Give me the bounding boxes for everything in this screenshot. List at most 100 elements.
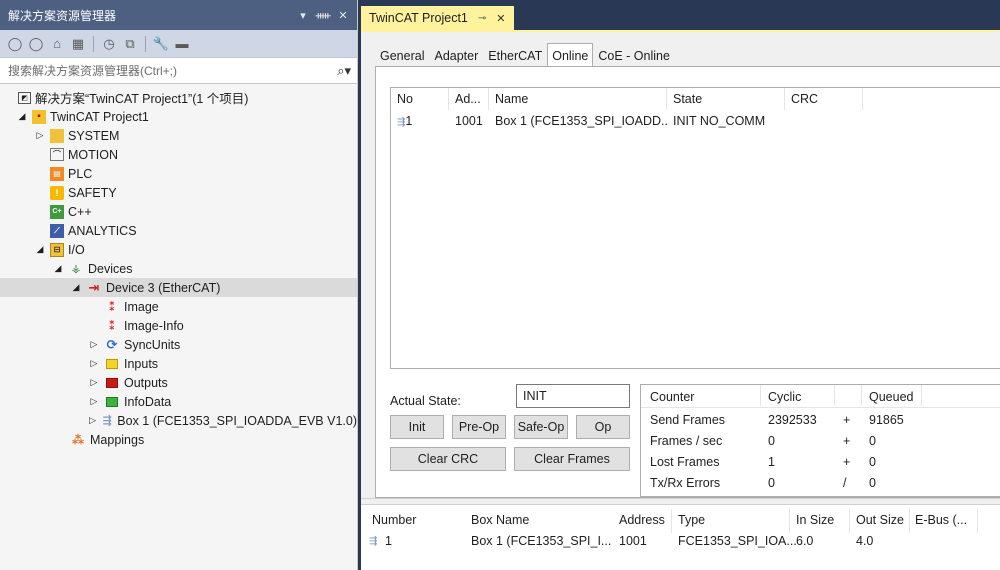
counter-row: Tx/Rx Errors 0 / 0: [641, 472, 1000, 493]
tree-node-cpp[interactable]: C+ C++: [0, 202, 357, 221]
column-header-name[interactable]: Name: [489, 88, 667, 110]
column-header-number[interactable]: Number: [372, 513, 416, 527]
preop-button[interactable]: Pre-Op: [452, 415, 506, 439]
tree-node-mappings[interactable]: ⁂ Mappings: [0, 430, 357, 449]
collapsed-arrow-icon[interactable]: ▷: [88, 415, 97, 426]
tree-node-label: SAFETY: [68, 185, 117, 200]
mappings-icon: ⁂: [71, 432, 85, 447]
home-icon[interactable]: ⌂: [48, 35, 66, 53]
collapsed-arrow-icon[interactable]: ▷: [88, 339, 100, 350]
tree-node-image[interactable]: ⁑ Image: [0, 297, 357, 316]
column-header-address[interactable]: Ad...: [449, 88, 489, 110]
column-header-out-size[interactable]: Out Size: [856, 513, 904, 527]
close-icon[interactable]: ✕: [335, 9, 351, 22]
row-type: FCE1353_SPI_IOA...: [678, 534, 797, 548]
search-input[interactable]: 搜索解决方案资源管理器(Ctrl+;): [8, 62, 337, 79]
row-name: Box 1 (FCE1353_SPI_IOADD...: [495, 114, 667, 128]
counter-cyclic: 0: [768, 475, 775, 490]
window-position-dropdown-icon[interactable]: ▾: [295, 9, 311, 22]
tree-node-io[interactable]: ◢ ⊟ I/O: [0, 240, 357, 259]
solution-explorer-titlebar: 解决方案资源管理器 ▾ ᚔ ✕: [0, 0, 357, 30]
counter-op: +: [843, 433, 851, 448]
solution-explorer-search[interactable]: 搜索解决方案资源管理器(Ctrl+;) ⌕▾: [0, 58, 357, 84]
column-divider: [760, 385, 761, 406]
counter-cyclic: 0: [768, 433, 775, 448]
image-info-icon: ⁑: [108, 318, 116, 333]
tree-node-motion[interactable]: ⌒ MOTION: [0, 145, 357, 164]
row-box-name: Box 1 (FCE1353_SPI_I...: [471, 534, 612, 548]
preview-icon[interactable]: ▬: [173, 35, 191, 53]
pending-changes-icon[interactable]: ◷: [100, 35, 118, 53]
tree-node-label: InfoData: [124, 394, 172, 409]
clear-frames-button[interactable]: Clear Frames: [514, 447, 630, 471]
row-out-size: 4.0: [856, 534, 874, 548]
column-header-state[interactable]: State: [667, 88, 785, 110]
safeop-button[interactable]: Safe-Op: [514, 415, 568, 439]
counter-header-queued: Queued: [869, 390, 914, 404]
tree-node-device3[interactable]: ◢ ⇥ Device 3 (EtherCAT): [0, 278, 357, 297]
tree-node-image-info[interactable]: ⁑ Image-Info: [0, 316, 357, 335]
column-header-address[interactable]: Address: [619, 513, 665, 527]
tree-node-plc[interactable]: ▤ PLC: [0, 164, 357, 183]
tab-coe-online[interactable]: CoE - Online: [593, 46, 675, 66]
tab-adapter[interactable]: Adapter: [429, 46, 483, 66]
tree-node-label: Inputs: [124, 356, 159, 371]
tab-general[interactable]: General: [375, 46, 429, 66]
list-item[interactable]: ⇶1 1001 Box 1 (FCE1353_SPI_IOADD... INIT…: [391, 110, 1000, 132]
slave-state-list[interactable]: No Ad... Name State CRC ⇶1 1001 Box 1 (F…: [390, 87, 1000, 369]
list-item[interactable]: ⇶ 1 Box 1 (FCE1353_SPI_I... 1001 FCE1353…: [361, 530, 1000, 554]
devices-icon: ⚶: [71, 263, 81, 275]
column-header-box-name[interactable]: Box Name: [471, 513, 529, 527]
tree-node-analytics[interactable]: ⟋ ANALYTICS: [0, 221, 357, 240]
column-header-in-size[interactable]: In Size: [796, 513, 834, 527]
expanded-arrow-icon[interactable]: ◢: [16, 111, 28, 122]
tree-node-syncunits[interactable]: ▷ ⟳ SyncUnits: [0, 335, 357, 354]
back-icon[interactable]: ◯: [6, 35, 24, 53]
expanded-arrow-icon[interactable]: ◢: [70, 282, 82, 293]
close-tab-icon[interactable]: ✕: [496, 12, 505, 25]
tree-node-system[interactable]: ▷ SYSTEM: [0, 126, 357, 145]
collapsed-arrow-icon[interactable]: ▷: [88, 358, 100, 369]
expanded-arrow-icon[interactable]: ◢: [52, 263, 64, 274]
editor-tabs: General Adapter EtherCAT Online CoE - On…: [375, 43, 675, 67]
pin-tab-icon[interactable]: ⊸: [478, 13, 486, 24]
collapsed-arrow-icon[interactable]: ▷: [34, 130, 46, 141]
expanded-arrow-icon[interactable]: ◢: [34, 244, 46, 255]
document-window: TwinCAT Project1 ⊸ ✕ General Adapter Eth…: [361, 0, 1000, 570]
tab-online[interactable]: Online: [547, 43, 594, 67]
tree-node-label: SYSTEM: [68, 128, 120, 143]
tree-node-solution[interactable]: ◩ 解决方案“TwinCAT Project1”(1 个项目): [0, 88, 357, 107]
properties-wrench-icon[interactable]: 🔧: [152, 35, 170, 53]
tree-node-devices[interactable]: ◢ ⚶ Devices: [0, 259, 357, 278]
clear-crc-button[interactable]: Clear CRC: [390, 447, 506, 471]
counter-cyclic: 1: [768, 454, 775, 469]
column-header-no[interactable]: No: [391, 88, 449, 110]
forward-icon[interactable]: ◯: [27, 35, 45, 53]
tree-node-label: TwinCAT Project1: [50, 109, 149, 124]
collapsed-arrow-icon[interactable]: ▷: [88, 377, 100, 388]
tree-node-project[interactable]: ◢ ▪ TwinCAT Project1: [0, 107, 357, 126]
pin-icon[interactable]: ᚔ: [315, 9, 331, 22]
tree-node-safety[interactable]: ! SAFETY: [0, 183, 357, 202]
column-header-ebus[interactable]: E-Bus (...: [915, 513, 967, 527]
tree-node-outputs[interactable]: ▷ Outputs: [0, 373, 357, 392]
cpp-icon: C+: [50, 204, 64, 219]
column-header-crc[interactable]: CRC: [785, 88, 863, 110]
collapsed-arrow-icon[interactable]: ▷: [88, 396, 100, 407]
search-icon[interactable]: ⌕▾: [337, 63, 351, 79]
counter-cyclic: 2392533: [768, 412, 817, 427]
op-button[interactable]: Op: [576, 415, 630, 439]
column-divider: [921, 385, 922, 406]
init-button[interactable]: Init: [390, 415, 444, 439]
slave-summary-list[interactable]: Number Box Name Address Type In Size Out…: [361, 504, 1000, 570]
ethercat-device-icon: ⇥: [88, 279, 100, 295]
counter-queued: 0: [869, 433, 876, 448]
document-tab[interactable]: TwinCAT Project1 ⊸ ✕: [361, 6, 514, 30]
tree-node-box1[interactable]: ▷ ⇶ Box 1 (FCE1353_SPI_IOADDA_EVB V1.0): [0, 411, 357, 430]
column-header-type[interactable]: Type: [678, 513, 705, 527]
tree-node-inputs[interactable]: ▷ Inputs: [0, 354, 357, 373]
collapse-all-icon[interactable]: ⧉: [121, 35, 139, 53]
switch-views-icon[interactable]: ▦: [69, 35, 87, 53]
tab-ethercat[interactable]: EtherCAT: [483, 46, 547, 66]
tree-node-infodata[interactable]: ▷ InfoData: [0, 392, 357, 411]
